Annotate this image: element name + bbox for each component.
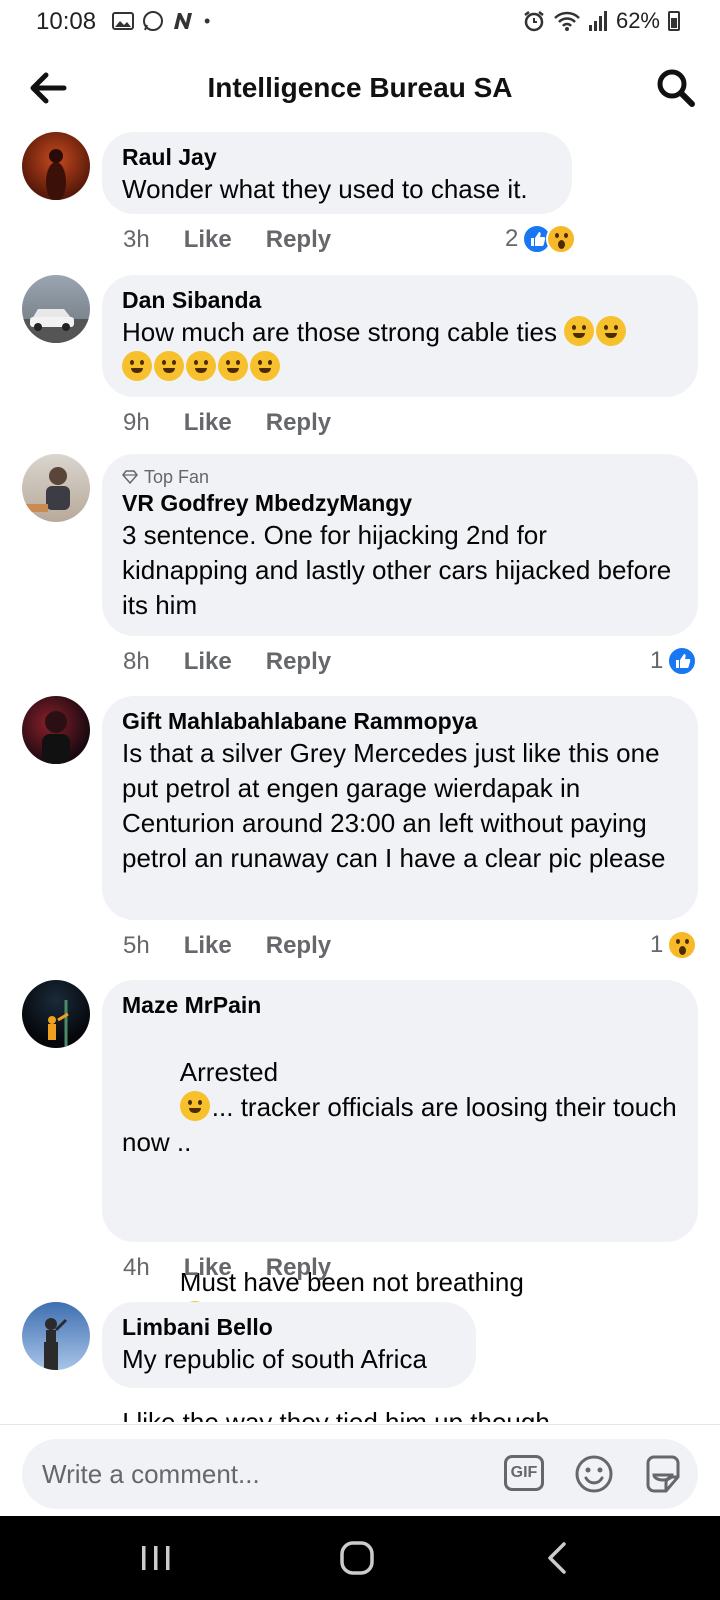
comment-bubble[interactable]: Top Fan VR Godfrey MbedzyMangy 3 sentenc… xyxy=(102,454,698,636)
like-button[interactable]: Like xyxy=(184,409,232,437)
commenter-name[interactable]: Gift Mahlabahlabane Rammopya xyxy=(122,706,678,736)
like-button[interactable]: Like xyxy=(184,1254,232,1282)
battery-icon xyxy=(668,11,680,31)
wifi-icon xyxy=(554,11,580,31)
status-bar: 10:08 • 62% xyxy=(0,0,720,46)
comment-actions: 8h Like Reply xyxy=(123,648,331,676)
rolling-laughing-emoji-icon xyxy=(250,351,280,381)
comment-actions: 4h Like Reply xyxy=(123,1254,331,1282)
thinking-emoji-icon xyxy=(564,316,595,346)
whatsapp-icon xyxy=(143,11,163,31)
avatar[interactable] xyxy=(22,980,90,1048)
comment-text-content: How much are those strong cable ties xyxy=(122,317,557,347)
commenter-name[interactable]: Raul Jay xyxy=(122,142,552,172)
gallery-icon xyxy=(112,12,134,30)
comment-input[interactable]: Write a comment... GIF xyxy=(22,1439,698,1509)
reply-button[interactable]: Reply xyxy=(266,226,331,254)
hand-over-mouth-emoji-icon xyxy=(122,351,152,381)
commenter-name: Dan Sibanda xyxy=(122,287,262,313)
comment-time: 3h xyxy=(123,226,150,253)
avatar[interactable] xyxy=(22,696,90,764)
avatar[interactable] xyxy=(22,275,90,343)
reaction-summary[interactable]: 2 xyxy=(505,224,577,254)
system-nav-bar xyxy=(0,1516,720,1600)
recent-apps-icon[interactable] xyxy=(134,1538,178,1578)
sticker-icon[interactable] xyxy=(642,1453,684,1495)
comment-time: 8h xyxy=(123,648,150,675)
reaction-count: 1 xyxy=(650,931,664,958)
gif-button[interactable]: GIF xyxy=(504,1455,544,1491)
comment-time: 9h xyxy=(123,409,150,436)
wow-reaction-icon xyxy=(667,930,698,960)
comment-text: Wonder what they used to chase it. xyxy=(122,174,528,204)
avatar[interactable] xyxy=(22,132,90,200)
alarm-icon xyxy=(524,11,544,32)
search-icon[interactable] xyxy=(652,64,700,112)
crying-emoji-icon xyxy=(179,1091,210,1121)
diamond-icon xyxy=(122,470,138,484)
comment-text: 3 sentence. One for hijacking 2nd for ki… xyxy=(122,520,679,620)
system-icons: 62% xyxy=(522,8,680,34)
comment-text: Arrested ... tracker officials are loosi… xyxy=(122,1020,678,1195)
like-reaction-icon xyxy=(667,646,698,676)
comment-list[interactable]: Raul Jay Wonder what they used to chase … xyxy=(0,132,720,1422)
n-app-icon xyxy=(174,13,192,29)
commenter-name[interactable]: Limbani Bello xyxy=(122,1312,456,1342)
battery-percent: 62% xyxy=(615,8,660,33)
reply-button[interactable]: Reply xyxy=(266,409,331,437)
comment-time: 4h xyxy=(123,1254,150,1281)
comment-text-part: Arrested xyxy=(179,1057,279,1087)
comment-bubble[interactable]: Limbani Bello My republic of south Afric… xyxy=(102,1302,476,1388)
comment-placeholder: Write a comment... xyxy=(42,1459,260,1489)
comment-text: I like the way they tied him up though xyxy=(122,1407,550,1422)
comment-bubble[interactable]: Gift Mahlabahlabane Rammopya Is that a s… xyxy=(102,696,698,920)
like-button[interactable]: Like xyxy=(184,932,232,960)
notification-icons: • xyxy=(112,10,210,32)
reaction-summary[interactable]: 1 xyxy=(650,646,698,676)
reaction-summary[interactable]: 1 xyxy=(650,930,698,960)
emoji-icon[interactable] xyxy=(574,1454,614,1494)
app-header: Intelligence Bureau SA xyxy=(0,50,720,130)
comment-text: Is that a silver Grey Mercedes just like… xyxy=(122,738,667,873)
comment-bubble[interactable]: Dan Sibanda How much are those strong ca… xyxy=(102,275,698,397)
comment-text: My republic of south Africa xyxy=(122,1344,427,1374)
rolling-laughing-emoji-icon xyxy=(218,351,248,381)
wow-reaction-icon xyxy=(546,224,577,254)
signal-icon xyxy=(588,11,607,31)
page-title: Intelligence Bureau SA xyxy=(207,72,513,103)
hand-over-mouth-emoji-icon xyxy=(596,316,627,346)
reaction-count: 2 xyxy=(505,225,519,252)
reply-button[interactable]: Reply xyxy=(266,932,331,960)
reply-button[interactable]: Reply xyxy=(266,1254,331,1282)
rolling-laughing-emoji-icon xyxy=(186,351,216,381)
comment-actions: 5h Like Reply xyxy=(123,932,331,960)
reaction-count: 1 xyxy=(650,647,664,674)
top-fan-label: Top Fan xyxy=(144,467,210,487)
clock: 10:08 xyxy=(36,8,97,35)
comment-bubble[interactable]: Maze MrPain Arrested ... tracker officia… xyxy=(102,980,698,1422)
comment-actions: 3h Like Reply xyxy=(123,226,331,254)
home-icon[interactable] xyxy=(336,1538,380,1578)
comment-composer-bar: Write a comment... GIF xyxy=(0,1424,720,1516)
comment-bubble[interactable]: Raul Jay Wonder what they used to chase … xyxy=(102,132,572,214)
comment-text: How much are those strong cable ties xyxy=(122,315,678,385)
commenter-name[interactable]: VR Godfrey MbedzyMangy xyxy=(122,488,678,518)
dot-icon: • xyxy=(204,10,211,31)
comment-time: 5h xyxy=(123,932,150,959)
back-nav-icon[interactable] xyxy=(538,1538,582,1578)
like-button[interactable]: Like xyxy=(184,226,232,254)
hand-over-mouth-emoji-icon xyxy=(154,351,184,381)
avatar[interactable] xyxy=(22,1302,90,1370)
reply-button[interactable]: Reply xyxy=(266,648,331,676)
commenter-name[interactable]: Maze MrPain xyxy=(122,990,678,1020)
avatar[interactable] xyxy=(22,454,90,522)
top-fan-badge: Top Fan xyxy=(122,466,678,488)
like-button[interactable]: Like xyxy=(184,648,232,676)
comment-actions: 9h Like Reply xyxy=(123,409,331,437)
